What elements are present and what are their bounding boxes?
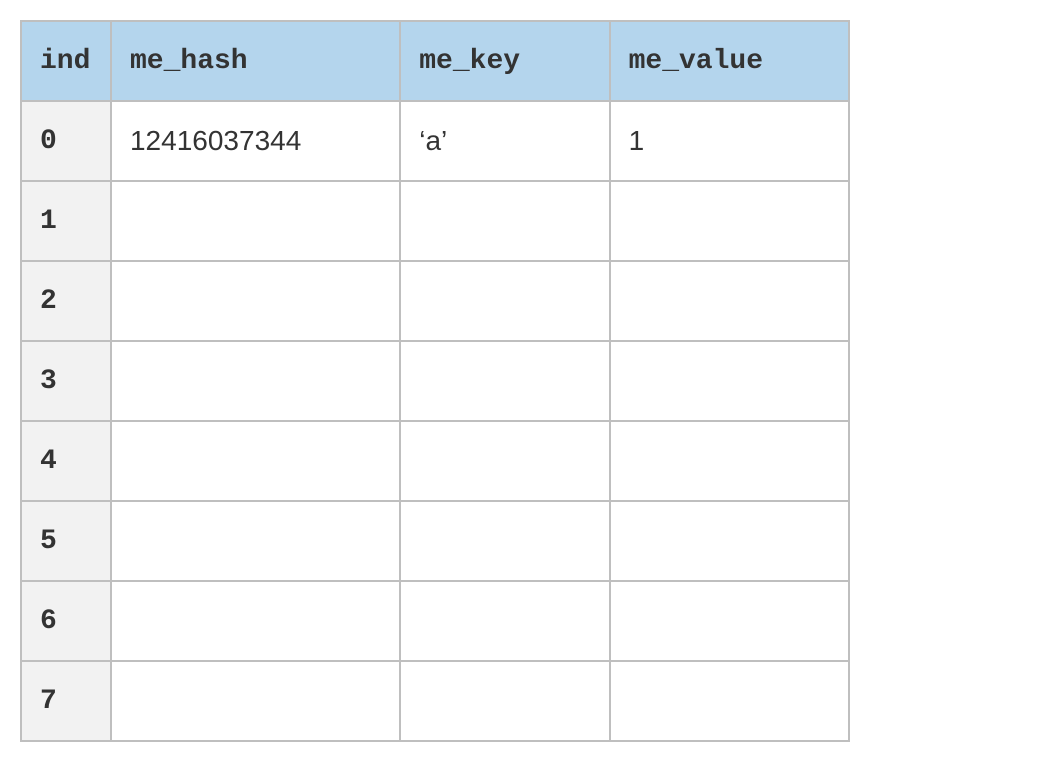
table-row: 2	[21, 261, 849, 341]
header-me-hash: me_hash	[111, 21, 400, 101]
cell-me-hash	[111, 341, 400, 421]
cell-ind: 7	[21, 661, 111, 741]
cell-me-key	[400, 181, 609, 261]
table-row: 0 12416037344 ‘a’ 1	[21, 101, 849, 181]
cell-me-value	[610, 501, 849, 581]
cell-ind: 3	[21, 341, 111, 421]
cell-ind: 4	[21, 421, 111, 501]
cell-me-key	[400, 341, 609, 421]
cell-me-value: 1	[610, 101, 849, 181]
table-row: 4	[21, 421, 849, 501]
cell-ind: 2	[21, 261, 111, 341]
cell-me-hash	[111, 581, 400, 661]
cell-me-value	[610, 661, 849, 741]
cell-ind: 6	[21, 581, 111, 661]
table-row: 1	[21, 181, 849, 261]
cell-ind: 1	[21, 181, 111, 261]
hash-table: ind me_hash me_key me_value 0 1241603734…	[20, 20, 850, 742]
cell-me-hash	[111, 181, 400, 261]
cell-me-value	[610, 421, 849, 501]
cell-me-hash	[111, 501, 400, 581]
cell-me-hash	[111, 261, 400, 341]
cell-me-key: ‘a’	[400, 101, 609, 181]
header-me-value: me_value	[610, 21, 849, 101]
cell-me-hash	[111, 421, 400, 501]
cell-me-key	[400, 501, 609, 581]
cell-me-hash: 12416037344	[111, 101, 400, 181]
cell-me-key	[400, 421, 609, 501]
table-row: 6	[21, 581, 849, 661]
cell-ind: 5	[21, 501, 111, 581]
cell-ind: 0	[21, 101, 111, 181]
table-header-row: ind me_hash me_key me_value	[21, 21, 849, 101]
cell-me-value	[610, 341, 849, 421]
header-ind: ind	[21, 21, 111, 101]
table-row: 5	[21, 501, 849, 581]
cell-me-value	[610, 261, 849, 341]
table-row: 3	[21, 341, 849, 421]
cell-me-key	[400, 261, 609, 341]
header-me-key: me_key	[400, 21, 609, 101]
cell-me-value	[610, 581, 849, 661]
cell-me-key	[400, 661, 609, 741]
cell-me-hash	[111, 661, 400, 741]
cell-me-key	[400, 581, 609, 661]
table-row: 7	[21, 661, 849, 741]
cell-me-value	[610, 181, 849, 261]
